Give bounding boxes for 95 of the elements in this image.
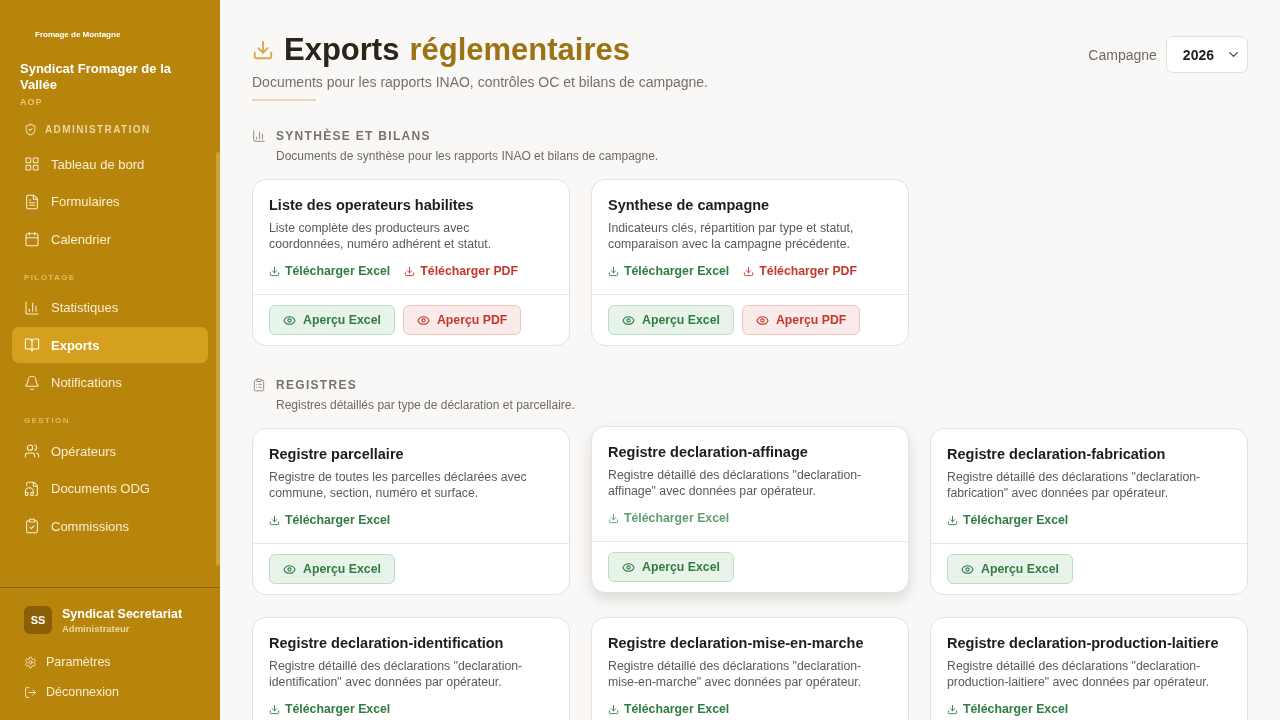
section-description: Documents de synthèse pour les rapports INAO et bilans de campagne. [276,149,660,163]
download-link[interactable]: Télécharger Excel [947,513,1069,527]
nav-item[interactable]: Commissions [12,508,208,544]
card-description: Registre détaillé des déclarations "declaration-fabrication" avec données par opérateur. [947,469,1202,501]
bar-chart-icon [24,299,40,316]
download-link[interactable]: Télécharger Excel [608,702,730,716]
nav-item[interactable]: Documents ODG [12,470,208,507]
card-title: Liste des operateurs habilites [269,197,475,213]
download-icon [743,265,755,277]
eye-icon [416,313,430,327]
page-title-accent: réglementaires [409,32,630,68]
campaign-label: Campagne [1088,46,1157,63]
eye-icon [283,313,296,327]
preview-button[interactable]: Aperçu Excel [608,552,734,582]
download-link[interactable]: Télécharger PDF [743,264,857,278]
card-title: Registre parcellaire [269,446,405,462]
section-description: Registres détaillés par type de déclaration et parcellaire. [276,398,576,412]
download-link[interactable]: Télécharger Excel [608,264,730,278]
bell-icon [24,374,40,391]
nav-item[interactable]: Exports [12,327,208,363]
user-avatar: SS [24,606,52,634]
settings-icon [24,655,37,669]
file-icon [24,480,40,497]
section-title: REGISTRES [276,378,358,392]
shield-icon [24,123,37,136]
grid-icon [24,156,40,172]
preview-button[interactable]: Aperçu PDF [741,305,861,335]
download-icon [404,265,416,277]
document-icon [24,193,40,210]
page-title: Exports [284,32,400,68]
download-icon [947,514,958,526]
nav-item[interactable]: Calendrier [12,221,208,257]
card-description: Registre de toutes les parcelles déclarées avec commune, section, numéro et surface. [269,469,528,501]
download-link[interactable]: Télécharger Excel [269,702,391,716]
card-description: Registre détaillé des déclarations "declaration-production-laitiere" avec données par opérateur. [947,658,1211,690]
nav-section-title: PILOTAGE [24,272,76,282]
bar-chart-icon [252,129,266,143]
download-icon [608,265,619,277]
preview-button[interactable]: Aperçu Excel [269,305,395,335]
footer-link[interactable]: Paramètres [24,652,208,672]
book-icon [24,337,40,353]
card-title: Synthese de campagne [608,197,771,213]
download-link[interactable]: Télécharger Excel [608,511,730,525]
organization-name: Syndicat Fromager de la Vallée [20,61,172,93]
card-title: Registre declaration-production-laitiere [947,635,1220,651]
nav-section-title: ADMINISTRATION [45,124,151,135]
download-link[interactable]: Télécharger PDF [404,264,518,278]
logout-icon [24,685,37,699]
card-description: Registre détaillé des déclarations "declaration-identification" avec données par opérateur. [269,658,524,690]
download-icon [252,39,274,61]
campaign-select[interactable]: 2026 [1165,36,1248,73]
nav-item[interactable]: Tableau de bord [12,146,208,182]
download-link[interactable]: Télécharger Excel [269,513,391,527]
card-title: Registre declaration-mise-en-marche [608,635,865,651]
download-link[interactable]: Télécharger Excel [947,702,1069,716]
footer-link[interactable]: Déconnexion [24,682,208,702]
calendar-icon [24,231,40,247]
card-title: Registre declaration-affinage [608,444,809,460]
download-icon [269,265,280,277]
organization-type: AOP [20,97,44,107]
eye-icon [961,562,974,576]
card-description: Liste complète des producteurs avec coordonnées, numéro adhérent et statut. [269,220,493,252]
download-icon [608,512,619,524]
user-name: Syndicat Secretariat [62,606,183,621]
nav-item[interactable]: Formulaires [12,183,208,220]
nav-item[interactable]: Opérateurs [12,433,208,469]
card-title: Registre declaration-identification [269,635,505,651]
preview-button[interactable]: Aperçu Excel [608,305,734,335]
scrollbar[interactable] [216,152,220,566]
card-title: Registre declaration-fabrication [947,446,1167,462]
card-description: Registre détaillé des déclarations "declaration-mise-en-marche" avec données par opérateur. [608,658,863,690]
eye-icon [622,313,635,327]
nav-item[interactable]: Statistiques [12,289,208,326]
nav-item[interactable]: Notifications [12,364,208,401]
eye-icon [622,560,635,574]
clipboard-icon [252,378,266,392]
user-role: Administrateur [62,622,131,634]
preview-button[interactable]: Aperçu PDF [402,305,522,335]
download-icon [608,703,619,715]
brand-tagline: Fromage de Montagne [35,30,122,39]
download-link[interactable]: Télécharger Excel [269,264,391,278]
card-description: Indicateurs clés, répartition par type et statut, comparaison avec la campagne précédente. [608,220,855,252]
download-icon [947,703,958,715]
users-icon [24,443,40,459]
eye-icon [755,313,769,327]
clipboard-check-icon [24,518,40,534]
page-subtitle: Documents pour les rapports INAO, contrôles OC et bilans de campagne. [252,74,708,90]
download-icon [269,703,280,715]
eye-icon [283,562,296,576]
card-description: Registre détaillé des déclarations "declaration-affinage" avec données par opérateur. [608,467,863,499]
preview-button[interactable]: Aperçu Excel [269,554,395,584]
download-icon [269,514,280,526]
preview-button[interactable]: Aperçu Excel [947,554,1073,584]
nav-section-title: GESTION [24,416,70,425]
section-title: SYNTHÈSE ET BILANS [276,129,431,143]
